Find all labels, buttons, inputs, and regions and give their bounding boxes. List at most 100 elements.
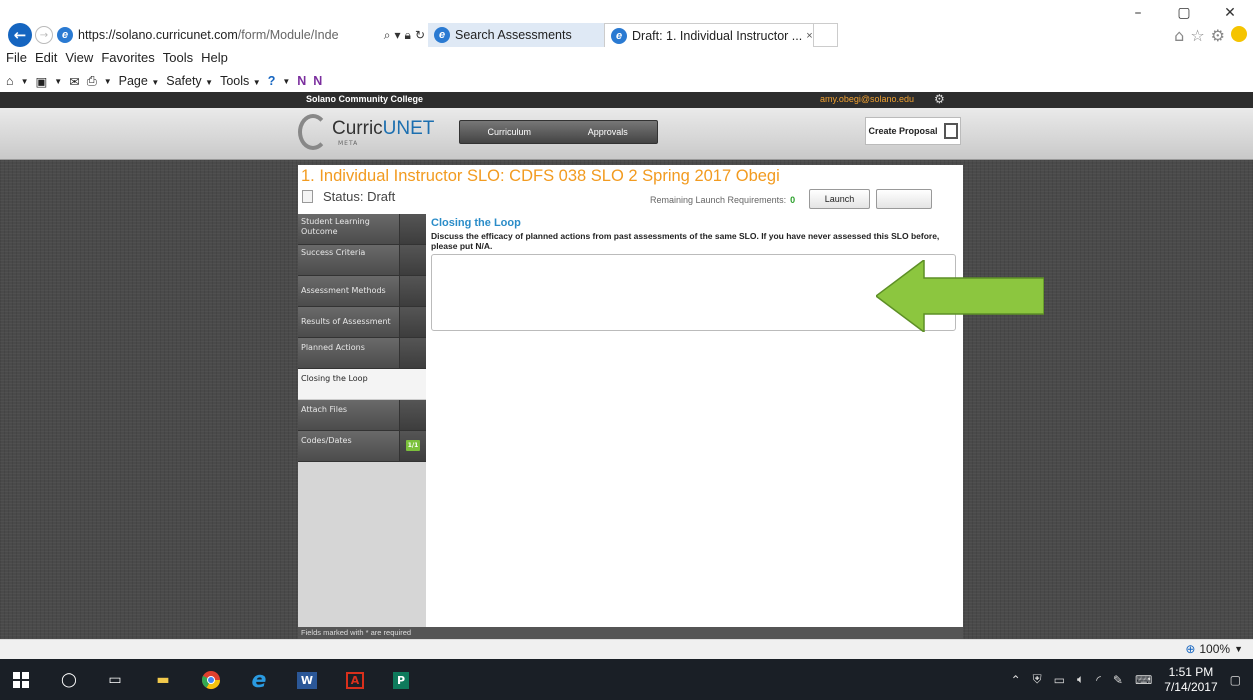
print-icon[interactable]: ⎙ [87, 74, 97, 89]
create-proposal-button[interactable]: Create Proposal [865, 117, 961, 145]
pen-icon[interactable]: ✎ [1113, 673, 1123, 687]
ie-tab-icon: e [434, 27, 450, 43]
show-hidden-icons[interactable]: ⌃ [1011, 673, 1021, 687]
dropdown-icon[interactable]: ▼ [21, 77, 29, 86]
sidebar-item-attach-files[interactable]: Attach Files [298, 400, 426, 431]
status-text: Status: Draft [323, 189, 396, 204]
home-icon[interactable]: ⌂ [1174, 26, 1184, 45]
dropdown-icon[interactable]: ▼ [282, 77, 290, 86]
nav-curriculum[interactable]: Curriculum [460, 121, 559, 143]
clock[interactable]: 1:51 PM 7/14/2017 [1164, 665, 1217, 695]
zoom-dropdown-icon[interactable]: ▼ [1234, 644, 1243, 654]
refresh-icon[interactable]: ↻ [415, 28, 425, 43]
lock-icon[interactable]: 🔒︎ [405, 28, 411, 43]
curricunet-logo[interactable]: CurricUNET META [298, 114, 438, 154]
safety-menu[interactable]: Safety ▼ [166, 74, 213, 88]
home-cmd-icon[interactable]: ⌂ [6, 74, 14, 88]
battery-icon[interactable]: ▭ [1054, 673, 1065, 687]
shield-icon[interactable]: ⛨ [1033, 672, 1042, 687]
menu-tools[interactable]: Tools [163, 50, 193, 70]
new-document-icon [943, 123, 958, 139]
sidebar-item-tab [399, 338, 426, 368]
forward-arrow-icon[interactable]: → [35, 26, 53, 44]
back-arrow-icon[interactable]: ← [8, 23, 32, 47]
sidebar-item-tab [399, 276, 426, 306]
question-text: Discuss the efficacy of planned actions … [431, 231, 940, 251]
site-header: CurricUNET META Curriculum Approvals Cre… [0, 108, 1253, 160]
remaining-count: 0 [790, 195, 796, 205]
form-title: 1. Individual Instructor SLO: CDFS 038 S… [301, 167, 780, 185]
clock-date: 7/14/2017 [1164, 679, 1218, 694]
remaining-label: Remaining Launch Requirements: [650, 195, 787, 205]
acrobat-icon[interactable]: A [344, 669, 366, 691]
logo-text: CurricUNET [332, 118, 434, 140]
page-menu[interactable]: Page ▼ [119, 74, 160, 88]
onenote-icon[interactable]: N [297, 74, 306, 88]
sidebar-item-assessment-methods[interactable]: Assessment Methods [298, 276, 426, 307]
volume-icon[interactable]: 🔈︎ [1077, 672, 1084, 687]
secondary-action-button[interactable] [876, 189, 932, 209]
sidebar-item-planned-actions[interactable]: Planned Actions [298, 338, 426, 369]
notifications-icon[interactable]: ▢ [1230, 673, 1241, 687]
mail-icon[interactable]: ✉ [69, 74, 79, 89]
sidebar-item-tab [399, 400, 426, 430]
nav-approvals[interactable]: Approvals [559, 121, 658, 143]
sidebar-item-success-criteria[interactable]: Success Criteria [298, 245, 426, 276]
dropdown-icon[interactable]: ▼ [104, 77, 112, 86]
sidebar-item-student-learning-outcome[interactable]: Student Learning Outcome [298, 214, 426, 245]
windows-start-icon[interactable] [10, 669, 32, 691]
task-view-icon[interactable]: ▭ [104, 669, 126, 691]
logo-swirl-icon [298, 114, 328, 150]
menu-help[interactable]: Help [201, 50, 228, 70]
dropdown-icon[interactable]: ▼ [54, 77, 62, 86]
sidebar-item-label: Student Learning Outcome [301, 217, 370, 236]
required-fields-note: Fields marked with * are required [298, 627, 963, 639]
sidebar-item-closing-the-loop[interactable]: Closing the Loop [298, 369, 426, 400]
keyboard-icon[interactable]: ⌨ [1135, 673, 1152, 687]
word-icon[interactable]: W [296, 669, 318, 691]
menu-view[interactable]: View [65, 50, 93, 70]
ie-tab-icon: e [611, 27, 627, 44]
wifi-icon[interactable]: ◜ [1096, 673, 1101, 687]
sidebar-item-tab [399, 245, 426, 275]
search-circle-icon[interactable]: ◯ [58, 669, 80, 691]
launch-button[interactable]: Launch [809, 189, 870, 209]
menu-file[interactable]: File [6, 50, 27, 70]
url-text[interactable]: https://solano.curricunet.com/form/Modul… [78, 28, 380, 42]
sidebar-item-results-of-assessment[interactable]: Results of Assessment [298, 307, 426, 338]
form-sidebar: Student Learning Outcome Success Criteri… [298, 214, 426, 627]
publisher-icon[interactable]: P [390, 669, 412, 691]
logo-subtitle: META [338, 140, 359, 147]
zoom-control[interactable]: ⊕ 100% ▼ [1185, 642, 1243, 656]
dropdown-icon[interactable]: ▾ [395, 28, 401, 43]
chrome-icon[interactable] [200, 669, 222, 691]
sidebar-item-tab [399, 369, 426, 399]
close-tab-icon[interactable]: × [806, 30, 812, 42]
sidebar-item-tab [399, 214, 426, 244]
search-icon[interactable]: ⌕ [384, 28, 391, 43]
user-settings-gear-icon[interactable]: ⚙ [934, 92, 945, 106]
status-row: Status: Draft [302, 189, 395, 204]
feedback-smiley-icon[interactable] [1231, 26, 1247, 42]
safety-label: Safety [166, 74, 202, 88]
tab-label: Search Assessments [455, 28, 572, 42]
onenote-linked-icon[interactable]: N [313, 74, 322, 88]
file-explorer-icon[interactable]: ▬ [152, 669, 174, 691]
sidebar-item-codes-dates[interactable]: Codes/Dates 1/1 [298, 431, 426, 462]
new-tab-button[interactable] [814, 23, 838, 47]
internet-explorer-icon[interactable]: e [248, 668, 270, 693]
feeds-icon[interactable]: ▣ [35, 74, 47, 89]
tab-search-assessments[interactable]: e Search Assessments [428, 23, 604, 47]
tab-draft-instructor[interactable]: e Draft: 1. Individual Instructor ... × [604, 23, 814, 47]
menu-edit[interactable]: Edit [35, 50, 57, 70]
menu-favorites[interactable]: Favorites [101, 50, 154, 70]
tools-menu[interactable]: Tools ▼ [220, 74, 261, 88]
favorites-star-icon[interactable]: ☆ [1190, 26, 1204, 45]
remaining-requirements: Remaining Launch Requirements: 0 [650, 195, 795, 205]
browser-chrome: – ▢ ✕ ← → e https://solano.curricunet.co… [0, 0, 1253, 92]
tab-label: Draft: 1. Individual Instructor ... [632, 28, 803, 43]
address-bar[interactable]: e https://solano.curricunet.com/form/Mod… [57, 23, 425, 47]
help-icon[interactable]: ? [268, 74, 276, 88]
settings-gear-icon[interactable]: ⚙ [1211, 26, 1225, 45]
user-email-link[interactable]: amy.obegi@solano.edu [820, 94, 914, 104]
